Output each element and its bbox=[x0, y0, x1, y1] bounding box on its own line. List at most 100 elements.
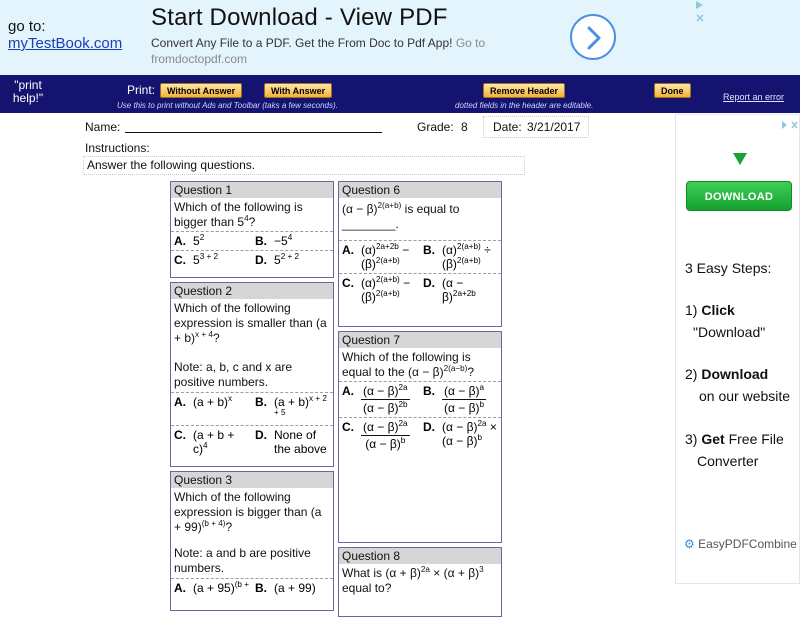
side-ad[interactable]: DOWNLOAD 3 Easy Steps: 1) Click "Downloa… bbox=[675, 114, 800, 584]
answer-value: 53 + 2 bbox=[193, 252, 219, 267]
answer-row: C. (α)2(a+b) − (β)2(a+b) D. (α − β)2a+2b bbox=[339, 273, 501, 306]
question-text: Which of the following expression is sma… bbox=[171, 299, 333, 347]
ad-desc-text: Convert Any File to a PDF. Get the From … bbox=[151, 36, 453, 50]
question-title: Question 1 bbox=[171, 182, 333, 198]
ad-description: Convert Any File to a PDF. Get the From … bbox=[151, 35, 551, 67]
print-toolbar: "print help!" Print: Without Answer With… bbox=[0, 75, 800, 113]
answer-value: (α)2(a+b) ÷ (β)2(a+b) bbox=[442, 242, 491, 271]
report-error-link[interactable]: Report an error bbox=[723, 92, 784, 102]
q6-text: is equal to ________. bbox=[342, 202, 460, 231]
answer-row: A. (a + b)x B. (a + b)x + 2 + 5 bbox=[171, 392, 333, 425]
easypdfcombine-logo[interactable]: ⚙ EasyPDFCombine bbox=[684, 537, 797, 551]
question-note: Note: a and b are positive numbers. bbox=[174, 546, 311, 575]
answer-a: A. (a + b)x bbox=[171, 393, 252, 425]
answer-value: (a + b)x + 2 + 5 bbox=[274, 394, 327, 417]
q1-text: Which of the following is bigger than 5 bbox=[174, 200, 303, 229]
answer-row: C. (a + b + c)4 D. None of the above bbox=[171, 425, 333, 458]
top-ad-banner[interactable]: go to: myTestBook.com Start Download - V… bbox=[0, 0, 800, 75]
chevron-right-icon[interactable] bbox=[570, 14, 616, 60]
download-arrow-icon bbox=[733, 152, 747, 170]
question-3: Question 3 Which of the following expres… bbox=[170, 471, 334, 611]
name-field[interactable] bbox=[125, 132, 382, 133]
question-6: Question 6 (α − β)2(a+b) is equal to ___… bbox=[338, 181, 502, 327]
question-text: (α − β)2(a+b) is equal to ________. bbox=[342, 201, 460, 231]
answer-value: (a + b + c)4 bbox=[193, 428, 235, 456]
goto-label: go to: bbox=[8, 18, 46, 35]
side-steps-heading: 3 Easy Steps: bbox=[685, 260, 772, 276]
q2-exponent: x + 4 bbox=[195, 330, 213, 339]
date-label: Date: bbox=[493, 120, 522, 134]
answer-letter: A. bbox=[174, 581, 186, 595]
adchoices-icon[interactable] bbox=[695, 0, 705, 26]
answer-row: A. (α − β)2a (α − β)2b B. (α − β)a (α − β)b bbox=[339, 381, 501, 417]
date-value[interactable]: 3/21/2017 bbox=[527, 120, 580, 134]
done-button[interactable]: Done bbox=[654, 83, 691, 98]
answer-value: (α − β)2a (α − β)b bbox=[359, 419, 418, 451]
q3-text-end: ? bbox=[225, 520, 233, 534]
grade-label: Grade: bbox=[417, 120, 454, 134]
grade-value[interactable]: 8 bbox=[461, 120, 468, 134]
side-download-button[interactable]: DOWNLOAD bbox=[686, 181, 792, 211]
fraction: (α − β)2a (α − β)b bbox=[361, 419, 410, 451]
print-note: Use this to print without Ads and Toolba… bbox=[117, 101, 338, 110]
answer-a: A. (α − β)2a (α − β)2b bbox=[339, 382, 420, 417]
answer-value: 52 + 2 bbox=[274, 252, 300, 267]
question-title: Question 7 bbox=[339, 332, 501, 348]
answer-b: B. (α − β)a (α − β)b bbox=[420, 382, 501, 417]
mytestbook-link[interactable]: myTestBook.com bbox=[8, 35, 122, 52]
answer-value: (α)2a+2b − (β)2(a+b) bbox=[361, 242, 410, 271]
q2-text-end: ? bbox=[212, 331, 220, 345]
question-text: Which of the following expression is big… bbox=[171, 488, 333, 536]
goto-block: go to: myTestBook.com bbox=[8, 18, 122, 52]
answer-letter: A. bbox=[342, 384, 354, 398]
step-1-rest: "Download" bbox=[693, 324, 766, 340]
answer-d: D. (α − β)2a × (α − β)b bbox=[420, 418, 501, 453]
answer-value: None of the above bbox=[274, 428, 327, 456]
step-2-rest: on our website bbox=[699, 388, 791, 404]
answer-value: (α − β)2a (α − β)2b bbox=[359, 383, 418, 415]
answer-letter: B. bbox=[423, 243, 435, 257]
ad-desc-go: Go to bbox=[455, 36, 486, 50]
answer-letter: D. bbox=[423, 276, 435, 290]
answer-row: C. (α − β)2a (α − β)b D. (α − β)2a × (α − β… bbox=[339, 417, 501, 453]
answer-value: (α − β)2a+2b bbox=[442, 276, 476, 304]
remove-header-button[interactable]: Remove Header bbox=[483, 83, 566, 98]
answer-a: A. (α)2a+2b − (β)2(a+b) bbox=[339, 241, 420, 273]
print-without-answer-button[interactable]: Without Answer bbox=[160, 83, 243, 98]
question-8: Question 8 What is (α + β)2a × (α + β)3 … bbox=[338, 547, 502, 617]
side-step-3: 3) Get Free File Converter bbox=[685, 428, 784, 472]
answer-letter: C. bbox=[174, 253, 186, 267]
question-text: Which of the following is equal to the (… bbox=[339, 348, 501, 381]
answer-b: B. −54 bbox=[252, 232, 333, 250]
ad-url[interactable]: fromdoctopdf.com bbox=[151, 52, 247, 66]
answer-letter: C. bbox=[174, 428, 186, 442]
answer-row: A. 52 B. −54 bbox=[171, 231, 333, 250]
print-label: Print: bbox=[127, 83, 156, 97]
adchoices-icon[interactable] bbox=[781, 117, 799, 129]
print-with-answer-button[interactable]: With Answer bbox=[264, 83, 333, 98]
step-3-rest-1: Free File bbox=[728, 431, 784, 447]
ad-title[interactable]: Start Download - View PDF bbox=[151, 4, 448, 32]
pdf-logo-icon: ⚙ bbox=[684, 537, 695, 551]
answer-d: D. (α − β)2a+2b bbox=[420, 274, 501, 306]
q8-text-end: equal to? bbox=[342, 581, 392, 595]
answer-value: 52 bbox=[193, 233, 205, 248]
answer-letter: B. bbox=[255, 395, 267, 409]
answer-c: C. (α − β)2a (α − β)b bbox=[339, 418, 420, 453]
answer-letter: D. bbox=[423, 420, 435, 434]
answer-c: C. (α)2(a+b) − (β)2(a+b) bbox=[339, 274, 420, 306]
answer-value: (α − β)2a × (α − β)b bbox=[442, 419, 497, 448]
instructions-label: Instructions: bbox=[85, 141, 150, 155]
answer-a: A. (a + 95)(b + bbox=[171, 579, 252, 597]
fraction: (α − β)a (α − β)b bbox=[442, 383, 487, 415]
print-help-link[interactable]: "print help!" bbox=[8, 79, 48, 105]
instructions-text[interactable]: Answer the following questions. bbox=[87, 158, 255, 172]
answer-value: (α)2(a+b) − (β)2(a+b) bbox=[361, 275, 411, 304]
question-text: Which of the following is bigger than 54… bbox=[171, 198, 333, 231]
q8-text: What is (α + β) bbox=[342, 566, 421, 580]
q1-text-end: ? bbox=[248, 215, 256, 229]
side-step-2: 2) Download on our website bbox=[685, 363, 790, 407]
answer-letter: C. bbox=[342, 276, 354, 290]
answer-c: C. (a + b + c)4 bbox=[171, 426, 252, 458]
q3-text: Which of the following expression is big… bbox=[174, 490, 322, 534]
